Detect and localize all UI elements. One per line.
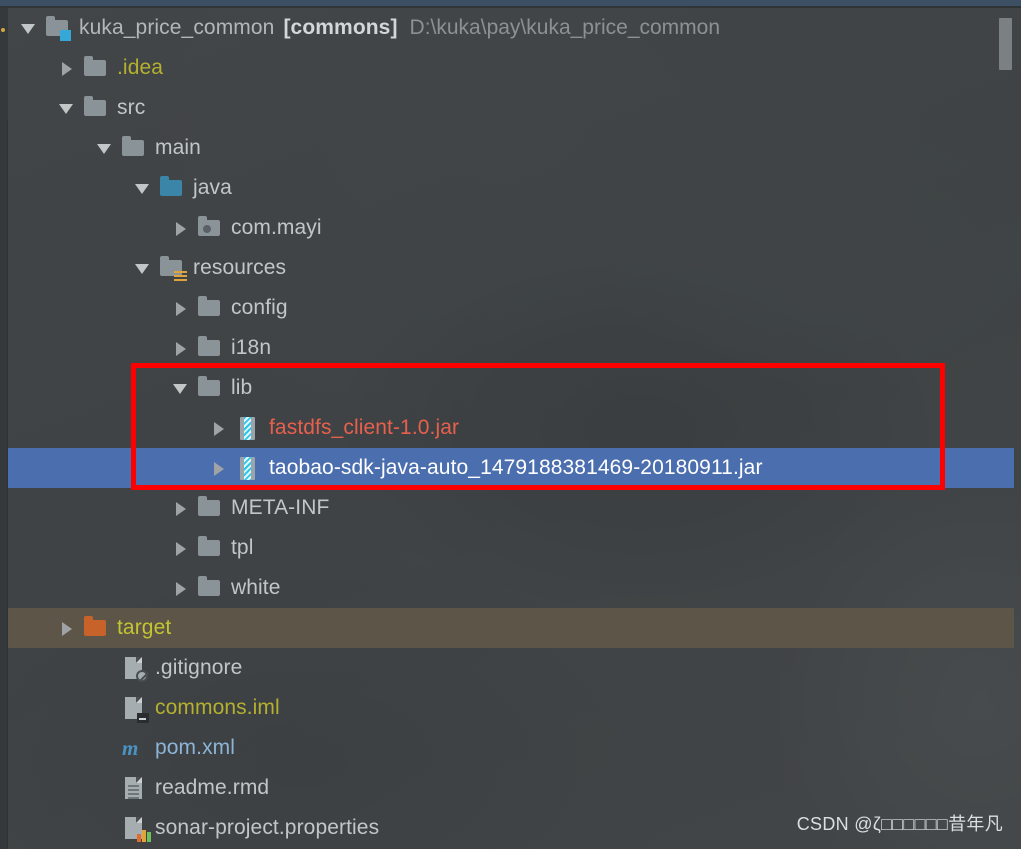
tree-row-label: config — [231, 296, 288, 319]
chevron-down-icon[interactable] — [132, 257, 154, 279]
jar-icon — [234, 415, 260, 441]
project-name: kuka_price_common — [79, 16, 275, 39]
resource-folder-icon — [158, 255, 187, 281]
project-folder-icon — [44, 15, 71, 41]
tree-row-label: fastdfs_client-1.0.jar — [269, 416, 460, 439]
tree-row[interactable]: .gitignore — [8, 648, 1014, 688]
tree-row-root[interactable]: kuka_price_common [commons] D:\kuka\pay\ku… — [8, 8, 1014, 48]
tree-row-label: commons.iml — [155, 696, 280, 719]
tree-row-label: META-INF — [231, 496, 330, 519]
folder-icon — [82, 95, 108, 121]
chevron-right-icon[interactable] — [170, 577, 192, 599]
folder-icon — [196, 535, 222, 561]
tree-row-label: taobao-sdk-java-auto_1479188381469-20180… — [269, 456, 763, 479]
tree-row[interactable]: m pom.xml — [8, 728, 1014, 768]
folder-icon — [196, 495, 222, 521]
twisty-placeholder — [94, 777, 116, 799]
tree-row[interactable]: src — [8, 88, 1014, 128]
package-icon — [196, 215, 222, 241]
folder-icon — [120, 135, 146, 161]
tree-row-label: white — [231, 576, 281, 599]
twisty-placeholder — [94, 697, 116, 719]
tree-row[interactable]: lib — [8, 368, 1014, 408]
tree-row-label: i18n — [231, 336, 272, 359]
chevron-right-icon[interactable] — [208, 417, 230, 439]
chevron-down-icon[interactable] — [56, 97, 78, 119]
maven-file-icon: m — [122, 736, 139, 760]
tree-row[interactable]: readme.rmd — [8, 768, 1014, 808]
chevron-right-icon[interactable] — [170, 217, 192, 239]
project-tree[interactable]: kuka_price_common [commons] D:\kuka\pay\ku… — [8, 8, 1014, 849]
excluded-folder-icon — [82, 615, 108, 641]
tree-row-label: .idea — [117, 56, 164, 79]
chevron-down-icon[interactable] — [18, 17, 40, 39]
tree-row-label: sonar-project.properties — [155, 816, 380, 839]
project-path: D:\kuka\pay\kuka_price_common — [409, 16, 721, 39]
folder-icon — [196, 375, 222, 401]
iml-file-icon — [120, 695, 149, 723]
tree-row-label: src — [117, 96, 146, 119]
twisty-placeholder — [94, 817, 116, 839]
module-name: [commons] — [283, 16, 398, 39]
source-folder-icon — [158, 175, 184, 201]
tree-row[interactable]: taobao-sdk-java-auto_1479188381469-20180… — [8, 448, 1014, 488]
folder-icon — [196, 295, 222, 321]
tree-row[interactable]: main — [8, 128, 1014, 168]
tree-row[interactable]: config — [8, 288, 1014, 328]
properties-file-icon — [120, 815, 151, 842]
chevron-right-icon[interactable] — [170, 537, 192, 559]
tree-row-label: com.mayi — [231, 216, 322, 239]
chevron-right-icon[interactable] — [56, 57, 78, 79]
ide-project-panel: kuka_price_common [commons] D:\kuka\pay\ku… — [0, 0, 1021, 849]
tree-row[interactable]: resources — [8, 248, 1014, 288]
chevron-down-icon[interactable] — [170, 377, 192, 399]
watermark-text: CSDN @ζ□□□□□□昔年凡 — [796, 814, 1003, 834]
tree-row-label: pom.xml — [155, 736, 236, 759]
text-file-icon — [120, 775, 146, 801]
chevron-right-icon[interactable] — [208, 457, 230, 479]
tree-row[interactable]: fastdfs_client-1.0.jar — [8, 408, 1014, 448]
twisty-placeholder — [94, 737, 116, 759]
chevron-right-icon[interactable] — [170, 337, 192, 359]
tree-row[interactable]: tpl — [8, 528, 1014, 568]
tree-row-label: .gitignore — [155, 656, 243, 679]
chevron-right-icon[interactable] — [170, 497, 192, 519]
jar-icon — [234, 455, 260, 481]
tree-row-label: target — [117, 616, 172, 639]
chevron-down-icon[interactable] — [94, 137, 116, 159]
tree-row-label: java — [193, 176, 232, 199]
tree-row-label: resources — [193, 256, 287, 279]
twisty-placeholder — [94, 657, 116, 679]
tree-row[interactable]: white — [8, 568, 1014, 608]
chevron-down-icon[interactable] — [132, 177, 154, 199]
chevron-right-icon[interactable] — [170, 297, 192, 319]
tree-row[interactable]: .idea — [8, 48, 1014, 88]
tree-row-label: lib — [231, 376, 253, 399]
tree-row-label: main — [155, 136, 201, 159]
tree-row[interactable]: i18n — [8, 328, 1014, 368]
tree-row[interactable]: commons.iml — [8, 688, 1014, 728]
folder-icon — [196, 575, 222, 601]
folder-icon — [196, 335, 222, 361]
gitignore-file-icon — [120, 655, 148, 682]
tree-row[interactable]: com.mayi — [8, 208, 1014, 248]
tree-row[interactable]: java — [8, 168, 1014, 208]
tree-row-label: tpl — [231, 536, 254, 559]
folder-icon — [82, 55, 108, 81]
chevron-right-icon[interactable] — [56, 617, 78, 639]
tree-row-label: readme.rmd — [155, 776, 270, 799]
gutter-marker-dot — [1, 28, 5, 32]
tree-row[interactable]: target — [8, 608, 1014, 648]
tree-row[interactable]: META-INF — [8, 488, 1014, 528]
